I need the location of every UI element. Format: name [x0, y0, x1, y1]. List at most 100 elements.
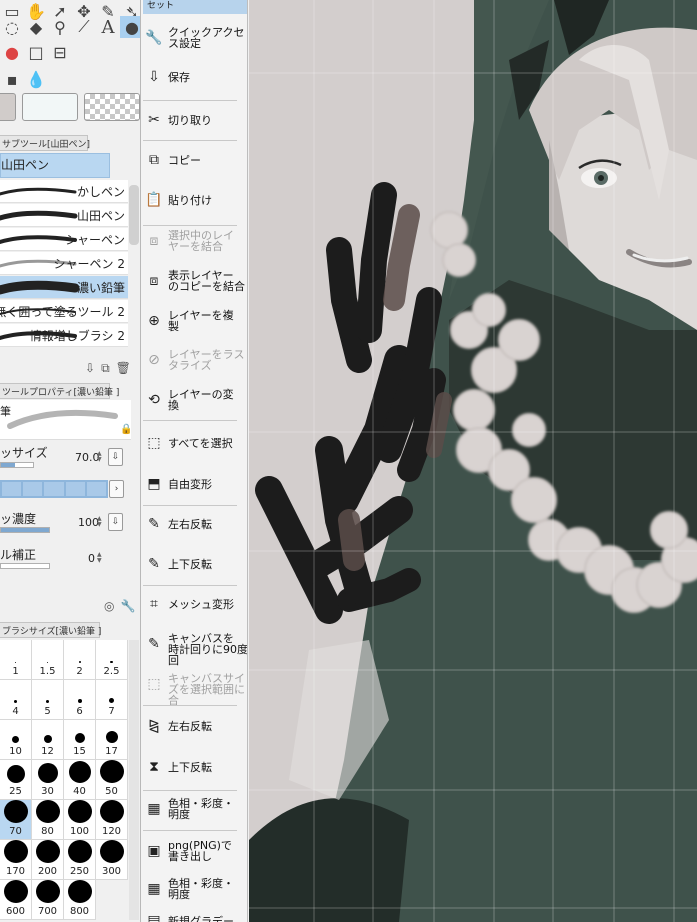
brush-list-scrollbar[interactable] [129, 185, 139, 245]
brush-size-cell[interactable]: 15 [64, 720, 96, 760]
menu-item-rasterize[interactable]: ⊘ レイヤーをラス タライズ [141, 348, 247, 372]
eyedropper-icon[interactable]: ⟋ [72, 16, 96, 38]
menu-item-canvas-flip-horizontal[interactable]: ⧎ 左右反転 [141, 714, 247, 738]
color-mode-icon[interactable]: ▪ [0, 68, 24, 90]
menu-item-scissors[interactable]: ✂ 切り取り [141, 108, 247, 132]
menu-item-merge-visible[interactable]: ⧈ 表示レイヤー のコピーを結合 [141, 269, 247, 293]
brush-item[interactable]: シャーペン [0, 228, 128, 251]
brush-size-cell[interactable]: 2.5 [96, 640, 128, 680]
brush-size-cell[interactable]: 1.5 [32, 640, 64, 680]
fill-tool-icon[interactable]: ● [120, 16, 140, 38]
brush-size-cell[interactable]: 10 [0, 720, 32, 760]
density-dropdown-button[interactable]: ⇩ [108, 513, 123, 531]
duplicate-brush-icon[interactable]: ⧉ [101, 361, 110, 376]
stabilizer-slider[interactable] [0, 563, 50, 569]
menu-item-gradient[interactable]: ▤ 新規グラデー [141, 909, 247, 922]
brush-size-cell[interactable]: 200 [32, 840, 64, 880]
brush-item[interactable]: かしペン [0, 180, 128, 203]
ruler-tool-icon[interactable]: ⊟ [48, 41, 72, 63]
brush-size-cell[interactable]: 1 [0, 640, 32, 680]
brush-size-spinner[interactable]: ▲ ▼ [97, 451, 105, 463]
density-spinner[interactable]: ▲ ▼ [97, 516, 105, 528]
brush-size-cell[interactable]: 7 [96, 680, 128, 720]
brush-size-dot [99, 840, 124, 863]
brush-size-cell[interactable]: 50 [96, 760, 128, 800]
density-value[interactable]: 100 [78, 516, 99, 529]
menu-item-rotate-canvas[interactable]: ✎ キャンバスを 時計回りに90度回 [141, 632, 247, 666]
color-drops-icon[interactable]: 💧 [24, 68, 48, 90]
brush-size-preset-strip[interactable] [0, 480, 108, 498]
eraser-icon[interactable]: ◆ [24, 16, 48, 38]
brush-size-cell[interactable]: 250 [64, 840, 96, 880]
brush-item[interactable]: シャーペン 2 [0, 252, 128, 275]
brush-item[interactable]: 濃い鉛筆 [0, 276, 128, 299]
sub-tool-panel-tab[interactable]: サブツール[山田ペン] [0, 135, 90, 151]
brush-size-cell[interactable]: 170 [0, 840, 32, 880]
stabilizer-spinner[interactable]: ▲ ▼ [97, 552, 105, 564]
wrench-settings-icon[interactable]: 🔧 [120, 599, 135, 613]
lasso-icon[interactable]: ◌ [0, 16, 24, 38]
brush-size-value[interactable]: 70.0 [75, 451, 100, 464]
flip-vertical-icon: ✎ [148, 556, 160, 572]
menu-item-select-all[interactable]: ⬚ すべてを選択 [141, 431, 247, 455]
brush-size-cell[interactable]: 12 [32, 720, 64, 760]
brush-size-cell[interactable]: 30 [32, 760, 64, 800]
main-color-swatch[interactable] [0, 93, 16, 121]
brush-size-cell[interactable]: 600 [0, 880, 32, 920]
settings-dial-icon[interactable]: ◎ [104, 599, 114, 613]
brush-size-cell[interactable]: 17 [96, 720, 128, 760]
menu-item-convert-layer[interactable]: ⟲ レイヤーの変 換 [141, 388, 247, 412]
delete-brush-icon[interactable]: 🗑 [116, 361, 131, 376]
menu-item-flip-vertical[interactable]: ✎ 上下反転 [141, 552, 247, 576]
brush-size-cell[interactable]: 100 [64, 800, 96, 840]
brush-size-cell[interactable]: 5 [32, 680, 64, 720]
menu-item-png-export[interactable]: ▣ png(PNG)で 書き出し [141, 839, 247, 863]
import-brush-icon[interactable]: ⇩ [85, 361, 95, 376]
menu-item-free-transform[interactable]: ⬒ 自由変形 [141, 472, 247, 496]
density-slider[interactable] [0, 527, 50, 533]
menu-item-crop-canvas[interactable]: ⬚ キャンバスサイ ズを選択範囲に合 [141, 672, 247, 706]
brush-item[interactable]: 情報増しブラシ 2 [0, 324, 128, 347]
menu-item-flip-horizontal[interactable]: ✎ 左右反転 [141, 512, 247, 536]
brush-size-panel-tab[interactable]: ブラシサイズ[濃い鉛筆 ] [0, 622, 101, 638]
brush-size-cell[interactable]: 800 [64, 880, 96, 920]
brush-size-cell[interactable]: 70 [0, 800, 32, 840]
brush-item[interactable]: 山田ペン [0, 204, 128, 227]
transparent-color-swatch[interactable] [84, 93, 140, 121]
stabilizer-value[interactable]: 0 [88, 552, 95, 565]
menu-item-hue-saturation[interactable]: ▦ 色相・彩度・ 明度 [141, 877, 247, 901]
lock-icon[interactable]: 🔒 [120, 424, 132, 435]
preset-strip-next-button[interactable]: › [109, 480, 124, 498]
zoom-icon[interactable]: ⚲ [48, 16, 72, 38]
menu-item-copy[interactable]: ⧉ コピー [141, 148, 247, 172]
menu-item-save[interactable]: ⇩ 保存 [141, 65, 247, 89]
sub-color-swatch[interactable] [22, 93, 78, 121]
frame-tool-icon[interactable]: □ [24, 41, 48, 63]
brush-size-cell[interactable]: 25 [0, 760, 32, 800]
brush-item[interactable]: 隙間無く囲って塗るツール 2 [0, 300, 128, 323]
menu-item-canvas-flip-vertical[interactable]: ⧗ 上下反転 [141, 755, 247, 779]
brush-size-cell[interactable]: 300 [96, 840, 128, 880]
brush-size-dropdown-button[interactable]: ⇩ [108, 448, 123, 466]
tool-property-panel-tab[interactable]: ツールプロパティ[濃い鉛筆 ] [0, 383, 119, 399]
drawing-canvas[interactable] [249, 0, 697, 922]
brush-size-cell[interactable]: 2 [64, 640, 96, 680]
brush-size-cell[interactable]: 120 [96, 800, 128, 840]
menu-item-mesh-transform[interactable]: ⌗ メッシュ変形 [141, 592, 247, 616]
brush-size-cell[interactable]: 40 [64, 760, 96, 800]
menu-item-merge-layers[interactable]: ⧈ 選択中のレイ ヤーを結合 [141, 229, 247, 253]
menu-item-hue-saturation[interactable]: ▦ 色相・彩度・ 明度 [141, 797, 247, 821]
menu-item-paste[interactable]: 📋 貼り付け [141, 188, 247, 212]
blend-tool-icon[interactable]: ● [0, 41, 24, 63]
brush-size-scrollbar[interactable] [129, 640, 139, 920]
brush-size-cell[interactable]: 4 [0, 680, 32, 720]
menu-item-duplicate-layer[interactable]: ⊕ レイヤーを複 製 [141, 309, 247, 333]
brush-size-cell[interactable]: 80 [32, 800, 64, 840]
command-menu-header[interactable]: セット [143, 0, 247, 14]
text-tool-icon[interactable]: A [96, 16, 120, 38]
brush-size-cell[interactable]: 6 [64, 680, 96, 720]
menu-item-wrench[interactable]: 🔧 クイックアクセ ス設定 [141, 26, 247, 50]
sub-tool-group-selected[interactable]: 山田ペン [0, 153, 110, 178]
brush-size-slider[interactable] [0, 462, 34, 468]
brush-size-cell[interactable]: 700 [32, 880, 64, 920]
